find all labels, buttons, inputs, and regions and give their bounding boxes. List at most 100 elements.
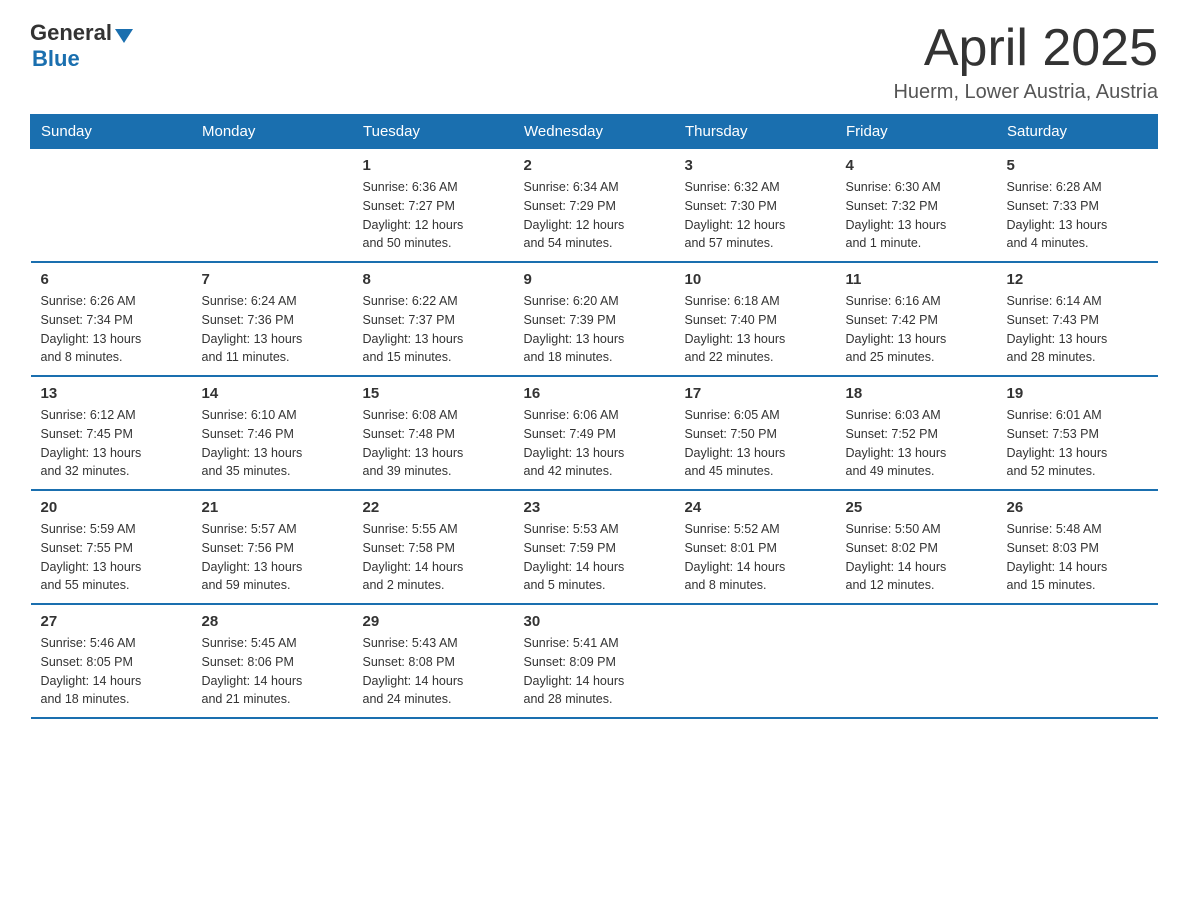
calendar-header: Sunday Monday Tuesday Wednesday Thursday… [31, 115, 1158, 149]
calendar-cell: 12Sunrise: 6:14 AMSunset: 7:43 PMDayligh… [997, 262, 1158, 376]
calendar-week-row: 27 Sunrise: 5:46 AMSunset: 8:05 PMDayligh… [31, 604, 1158, 718]
calendar-cell [675, 604, 836, 718]
calendar-cell: 24 Sunrise: 5:52 AMSunset: 8:01 PMDayligh… [675, 490, 836, 604]
header-thursday: Thursday [675, 115, 836, 149]
header-monday: Monday [192, 115, 353, 149]
logo-blue-text: Blue [32, 46, 80, 72]
calendar-cell: 22 Sunrise: 5:55 AMSunset: 7:58 PMDayligh… [353, 490, 514, 604]
day-number: 3 [685, 157, 826, 174]
header-tuesday: Tuesday [353, 115, 514, 149]
calendar-cell: 20 Sunrise: 5:59 AMSunset: 7:55 PMDayligh… [31, 490, 192, 604]
day-info: Sunrise: 6:34 AMSunset: 7:29 PMDaylight:… [524, 178, 665, 253]
day-number: 13 [41, 385, 182, 402]
day-number: 15 [363, 385, 504, 402]
day-number: 18 [846, 385, 987, 402]
calendar-cell: 6 Sunrise: 6:26 AMSunset: 7:34 PMDaylight… [31, 262, 192, 376]
day-info: Sunrise: 6:26 AMSunset: 7:34 PMDaylight:… [41, 292, 182, 367]
calendar-cell: 11 Sunrise: 6:16 AMSunset: 7:42 PMDayligh… [836, 262, 997, 376]
calendar-cell [192, 149, 353, 263]
day-info: Sunrise: 6:08 AMSunset: 7:48 PMDaylight:… [363, 406, 504, 481]
day-number: 1 [363, 157, 504, 174]
day-info: Sunrise: 6:03 AMSunset: 7:52 PMDaylight:… [846, 406, 987, 481]
day-number: 16 [524, 385, 665, 402]
calendar-cell: 29 Sunrise: 5:43 AMSunset: 8:08 PMDayligh… [353, 604, 514, 718]
calendar-cell: 30 Sunrise: 5:41 AMSunset: 8:09 PMDayligh… [514, 604, 675, 718]
day-number: 5 [1007, 157, 1148, 174]
calendar-cell: 21Sunrise: 5:57 AMSunset: 7:56 PMDayligh… [192, 490, 353, 604]
logo: General Blue [30, 20, 133, 72]
day-number: 11 [846, 271, 987, 288]
calendar-cell [997, 604, 1158, 718]
day-info: Sunrise: 6:01 AMSunset: 7:53 PMDaylight:… [1007, 406, 1148, 481]
day-info: Sunrise: 5:50 AMSunset: 8:02 PMDaylight:… [846, 520, 987, 595]
day-number: 22 [363, 499, 504, 516]
day-number: 23 [524, 499, 665, 516]
day-info: Sunrise: 6:36 AMSunset: 7:27 PMDaylight:… [363, 178, 504, 253]
calendar-week-row: 20 Sunrise: 5:59 AMSunset: 7:55 PMDayligh… [31, 490, 1158, 604]
day-info: Sunrise: 5:55 AMSunset: 7:58 PMDaylight:… [363, 520, 504, 595]
day-number: 21 [202, 499, 343, 516]
day-info: Sunrise: 5:52 AMSunset: 8:01 PMDaylight:… [685, 520, 826, 595]
day-info: Sunrise: 5:59 AMSunset: 7:55 PMDaylight:… [41, 520, 182, 595]
day-number: 30 [524, 613, 665, 630]
calendar-cell: 7 Sunrise: 6:24 AMSunset: 7:36 PMDaylight… [192, 262, 353, 376]
weekday-header-row: Sunday Monday Tuesday Wednesday Thursday… [31, 115, 1158, 149]
day-number: 20 [41, 499, 182, 516]
day-number: 27 [41, 613, 182, 630]
header-sunday: Sunday [31, 115, 192, 149]
month-title: April 2025 [893, 20, 1158, 77]
day-info: Sunrise: 5:46 AMSunset: 8:05 PMDaylight:… [41, 634, 182, 709]
page-header: General Blue April 2025 Huerm, Lower Aus… [30, 20, 1158, 104]
calendar-cell: 14Sunrise: 6:10 AMSunset: 7:46 PMDayligh… [192, 376, 353, 490]
calendar-week-row: 13Sunrise: 6:12 AMSunset: 7:45 PMDayligh… [31, 376, 1158, 490]
calendar-cell: 23 Sunrise: 5:53 AMSunset: 7:59 PMDayligh… [514, 490, 675, 604]
calendar-cell: 1 Sunrise: 6:36 AMSunset: 7:27 PMDaylight… [353, 149, 514, 263]
day-info: Sunrise: 5:53 AMSunset: 7:59 PMDaylight:… [524, 520, 665, 595]
day-number: 19 [1007, 385, 1148, 402]
calendar-cell: 8Sunrise: 6:22 AMSunset: 7:37 PMDaylight… [353, 262, 514, 376]
day-number: 7 [202, 271, 343, 288]
calendar-cell: 18 Sunrise: 6:03 AMSunset: 7:52 PMDayligh… [836, 376, 997, 490]
title-block: April 2025 Huerm, Lower Austria, Austria [893, 20, 1158, 104]
day-info: Sunrise: 6:32 AMSunset: 7:30 PMDaylight:… [685, 178, 826, 253]
day-number: 17 [685, 385, 826, 402]
day-number: 28 [202, 613, 343, 630]
logo-triangle-icon [115, 29, 133, 43]
day-info: Sunrise: 6:20 AMSunset: 7:39 PMDaylight:… [524, 292, 665, 367]
day-info: Sunrise: 6:05 AMSunset: 7:50 PMDaylight:… [685, 406, 826, 481]
day-info: Sunrise: 5:43 AMSunset: 8:08 PMDaylight:… [363, 634, 504, 709]
day-number: 25 [846, 499, 987, 516]
calendar-cell: 10Sunrise: 6:18 AMSunset: 7:40 PMDayligh… [675, 262, 836, 376]
day-info: Sunrise: 6:06 AMSunset: 7:49 PMDaylight:… [524, 406, 665, 481]
calendar-cell: 17 Sunrise: 6:05 AMSunset: 7:50 PMDayligh… [675, 376, 836, 490]
day-number: 26 [1007, 499, 1148, 516]
calendar-cell: 13Sunrise: 6:12 AMSunset: 7:45 PMDayligh… [31, 376, 192, 490]
header-friday: Friday [836, 115, 997, 149]
day-number: 14 [202, 385, 343, 402]
day-number: 9 [524, 271, 665, 288]
day-number: 6 [41, 271, 182, 288]
day-number: 10 [685, 271, 826, 288]
day-info: Sunrise: 6:28 AMSunset: 7:33 PMDaylight:… [1007, 178, 1148, 253]
calendar-cell: 4Sunrise: 6:30 AMSunset: 7:32 PMDaylight… [836, 149, 997, 263]
day-number: 8 [363, 271, 504, 288]
calendar-cell: 28 Sunrise: 5:45 AMSunset: 8:06 PMDayligh… [192, 604, 353, 718]
calendar-cell: 25 Sunrise: 5:50 AMSunset: 8:02 PMDayligh… [836, 490, 997, 604]
day-info: Sunrise: 5:41 AMSunset: 8:09 PMDaylight:… [524, 634, 665, 709]
header-saturday: Saturday [997, 115, 1158, 149]
calendar-cell: 2Sunrise: 6:34 AMSunset: 7:29 PMDaylight… [514, 149, 675, 263]
day-info: Sunrise: 6:24 AMSunset: 7:36 PMDaylight:… [202, 292, 343, 367]
calendar-table: Sunday Monday Tuesday Wednesday Thursday… [30, 114, 1158, 719]
calendar-cell: 3 Sunrise: 6:32 AMSunset: 7:30 PMDaylight… [675, 149, 836, 263]
calendar-cell [31, 149, 192, 263]
day-number: 29 [363, 613, 504, 630]
day-info: Sunrise: 5:45 AMSunset: 8:06 PMDaylight:… [202, 634, 343, 709]
logo-general-text: General [30, 20, 112, 46]
day-info: Sunrise: 6:16 AMSunset: 7:42 PMDaylight:… [846, 292, 987, 367]
calendar-cell [836, 604, 997, 718]
calendar-cell: 16 Sunrise: 6:06 AMSunset: 7:49 PMDayligh… [514, 376, 675, 490]
day-number: 24 [685, 499, 826, 516]
header-wednesday: Wednesday [514, 115, 675, 149]
calendar-week-row: 1 Sunrise: 6:36 AMSunset: 7:27 PMDaylight… [31, 149, 1158, 263]
calendar-cell: 19 Sunrise: 6:01 AMSunset: 7:53 PMDayligh… [997, 376, 1158, 490]
